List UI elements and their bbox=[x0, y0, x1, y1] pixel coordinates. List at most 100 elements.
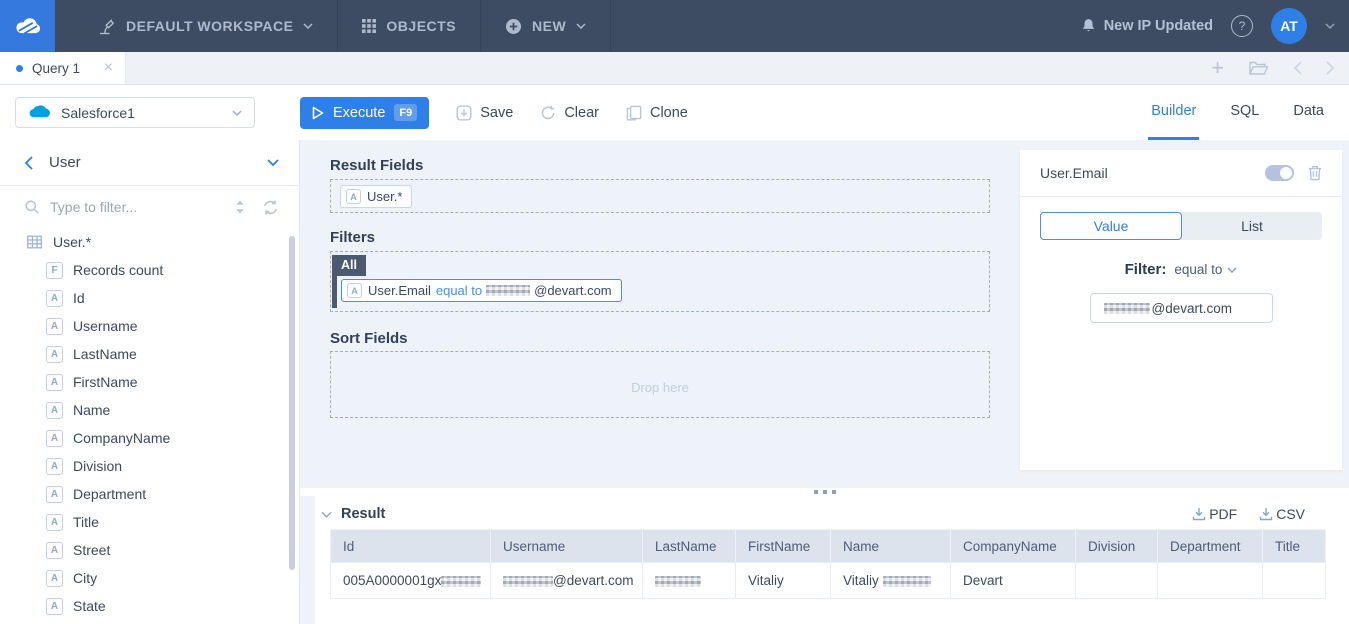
clear-icon bbox=[540, 105, 556, 121]
sort-fields-title: Sort Fields bbox=[330, 330, 408, 347]
clear-button[interactable]: Clear bbox=[540, 105, 599, 121]
field-label: Username bbox=[73, 318, 138, 334]
chevron-down-icon[interactable] bbox=[267, 159, 279, 166]
column-header[interactable]: LastName bbox=[643, 530, 736, 563]
column-header[interactable]: Title bbox=[1263, 530, 1326, 563]
connection-name: Salesforce1 bbox=[61, 105, 135, 121]
tab-builder[interactable]: Builder bbox=[1148, 85, 1199, 140]
filter-value-input[interactable]: @devart.com bbox=[1090, 293, 1273, 323]
table-row[interactable]: 005A0000001gx @devart.com Vitaliy Vitali… bbox=[331, 563, 1326, 599]
tree-root-user[interactable]: User.* bbox=[0, 228, 299, 256]
collapse-result-chevron-icon[interactable] bbox=[321, 511, 332, 518]
field-filter-input[interactable] bbox=[50, 199, 200, 215]
sort-icon[interactable] bbox=[235, 200, 245, 214]
result-field-chip[interactable]: A User.* bbox=[340, 185, 412, 208]
new-query-tab-button[interactable]: + bbox=[1211, 57, 1224, 79]
column-header[interactable]: CompanyName bbox=[951, 530, 1076, 563]
grid-icon bbox=[362, 19, 376, 33]
tab-data[interactable]: Data bbox=[1290, 85, 1327, 140]
help-label: ? bbox=[1239, 19, 1246, 33]
trash-icon[interactable] bbox=[1308, 165, 1322, 181]
clone-button[interactable]: Clone bbox=[626, 105, 688, 121]
account-chevron-icon[interactable] bbox=[1325, 23, 1335, 29]
result-title: Result bbox=[341, 506, 385, 522]
help-button[interactable]: ? bbox=[1231, 15, 1253, 37]
column-header[interactable]: Id bbox=[331, 530, 491, 563]
table-header-row: Id Username LastName FirstName Name Comp… bbox=[331, 530, 1326, 563]
refresh-icon[interactable] bbox=[262, 199, 279, 216]
column-header[interactable]: Division bbox=[1076, 530, 1158, 563]
app-logo[interactable] bbox=[0, 0, 55, 52]
operator-select[interactable]: equal to bbox=[1174, 262, 1237, 277]
masked-lastname bbox=[655, 576, 701, 587]
connection-select[interactable]: Salesforce1 bbox=[15, 97, 255, 128]
filter-enabled-toggle[interactable] bbox=[1265, 165, 1294, 181]
result-fields-dropzone[interactable]: A User.* bbox=[330, 179, 990, 213]
close-tab-icon[interactable]: × bbox=[104, 60, 113, 76]
operator-value: equal to bbox=[1174, 262, 1222, 277]
clone-label: Clone bbox=[650, 105, 688, 121]
execute-button[interactable]: Execute F9 bbox=[300, 97, 429, 129]
open-folder-icon[interactable] bbox=[1248, 60, 1269, 76]
objects-menu[interactable]: OBJECTS bbox=[338, 0, 480, 52]
download-icon bbox=[1192, 507, 1206, 521]
sidebar-field-department[interactable]: A Department bbox=[0, 480, 299, 508]
sidebar-field-firstname[interactable]: A FirstName bbox=[0, 368, 299, 396]
cell-title bbox=[1263, 563, 1326, 599]
filter-editor-panel: User.Email Value List Filter: equal to bbox=[1020, 150, 1342, 470]
prev-tab-chevron-icon[interactable] bbox=[1293, 61, 1302, 75]
sidebar-field-id[interactable]: A Id bbox=[0, 284, 299, 312]
sidebar-field-lastname[interactable]: A LastName bbox=[0, 340, 299, 368]
column-header[interactable]: Department bbox=[1158, 530, 1263, 563]
column-header[interactable]: FirstName bbox=[736, 530, 831, 563]
workspace-icon bbox=[97, 17, 116, 36]
sidebar-scrollbar[interactable] bbox=[289, 236, 295, 570]
field-label: Records count bbox=[73, 262, 163, 278]
sidebar-field-street[interactable]: A Street bbox=[0, 536, 299, 564]
sidebar-field-title[interactable]: A Title bbox=[0, 508, 299, 536]
ip-notification[interactable]: New IP Updated bbox=[1081, 18, 1213, 34]
sidebar-field-username[interactable]: A Username bbox=[0, 312, 299, 340]
sidebar-field-records-count[interactable]: F Records count bbox=[0, 256, 299, 284]
workspace-menu[interactable]: DEFAULT WORKSPACE bbox=[73, 0, 337, 52]
save-button[interactable]: Save bbox=[456, 105, 513, 121]
field-type-icon: A bbox=[46, 570, 63, 587]
tab-value[interactable]: Value bbox=[1040, 212, 1182, 240]
field-label: Division bbox=[73, 458, 122, 474]
back-chevron-icon[interactable] bbox=[24, 156, 33, 170]
download-icon bbox=[1259, 507, 1273, 521]
play-icon bbox=[312, 106, 324, 120]
username-suffix: @devart.com bbox=[553, 573, 633, 588]
result-table: Id Username LastName FirstName Name Comp… bbox=[330, 529, 1326, 599]
filter-label: Filter: bbox=[1125, 261, 1167, 278]
next-tab-chevron-icon[interactable] bbox=[1326, 61, 1335, 75]
export-csv-button[interactable]: CSV bbox=[1259, 506, 1305, 522]
nav-separator bbox=[610, 0, 611, 52]
tab-list[interactable]: List bbox=[1182, 212, 1322, 240]
filters-dropzone[interactable]: All A User.Email equal to @devart.com bbox=[330, 251, 990, 312]
column-header[interactable]: Username bbox=[491, 530, 643, 563]
avatar[interactable]: AT bbox=[1271, 8, 1307, 44]
chevron-down-icon bbox=[1227, 267, 1237, 273]
column-header[interactable]: Name bbox=[831, 530, 951, 563]
filter-condition-chip[interactable]: A User.Email equal to @devart.com bbox=[341, 279, 622, 302]
filter-group-all-badge[interactable]: All bbox=[332, 255, 366, 276]
cell-division bbox=[1076, 563, 1158, 599]
new-menu[interactable]: NEW bbox=[481, 0, 610, 52]
filter-value-suffix: @devart.com bbox=[1152, 301, 1232, 316]
field-type-icon: A bbox=[346, 189, 361, 204]
tab-sql[interactable]: SQL bbox=[1227, 85, 1262, 140]
tab-query-1[interactable]: Query 1 × bbox=[0, 52, 126, 84]
field-label: City bbox=[73, 570, 97, 586]
sidebar-field-state[interactable]: A State bbox=[0, 592, 299, 620]
export-pdf-button[interactable]: PDF bbox=[1192, 506, 1237, 522]
panel-resize-splitter[interactable] bbox=[300, 488, 1349, 496]
sidebar-field-city[interactable]: A City bbox=[0, 564, 299, 592]
field-type-icon: A bbox=[347, 283, 362, 298]
sidebar-field-companyname[interactable]: A CompanyName bbox=[0, 424, 299, 452]
sort-fields-dropzone[interactable]: Drop here bbox=[330, 351, 990, 418]
sidebar-field-division[interactable]: A Division bbox=[0, 452, 299, 480]
top-navbar: DEFAULT WORKSPACE OBJECTS NEW bbox=[0, 0, 1349, 52]
unsaved-dot-icon bbox=[16, 65, 23, 72]
sidebar-field-name[interactable]: A Name bbox=[0, 396, 299, 424]
